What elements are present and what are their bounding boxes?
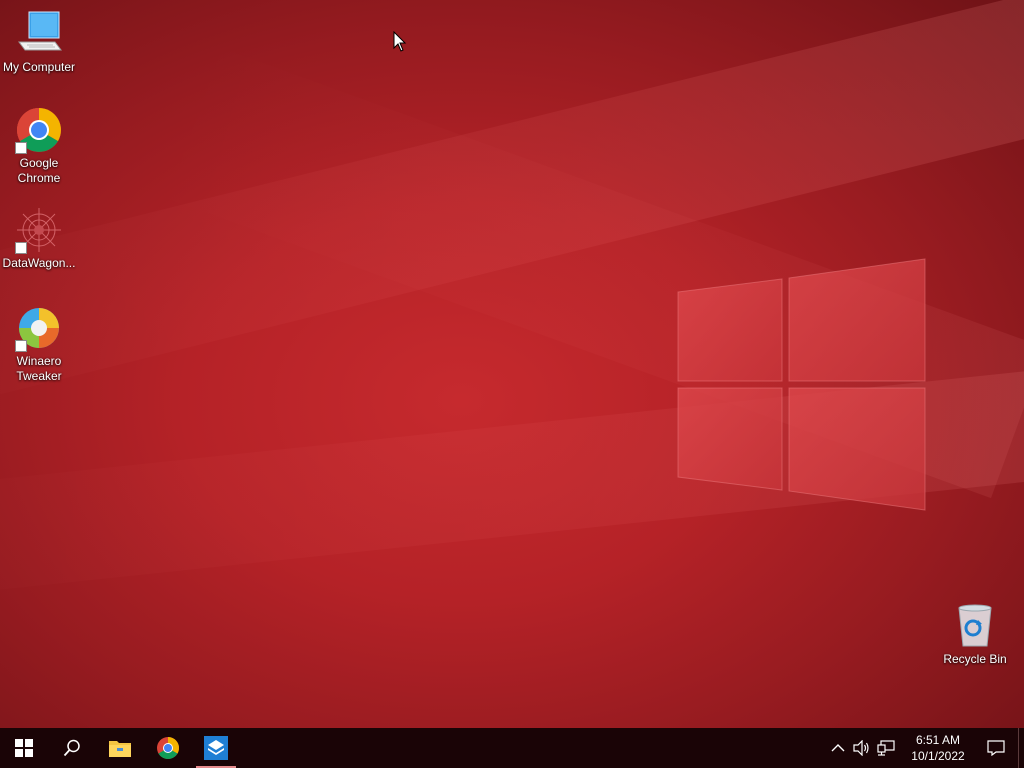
show-hidden-icons-button[interactable] xyxy=(826,728,850,768)
taskbar-clock[interactable]: 6:51 AM 10/1/2022 xyxy=(902,732,974,764)
mouse-cursor-icon xyxy=(393,31,407,52)
wallpaper-beam xyxy=(0,364,1024,610)
winaero-tweaker-icon xyxy=(204,736,228,760)
clock-date: 10/1/2022 xyxy=(911,749,965,763)
desktop-icon-winaero-tweaker[interactable]: Winaero Tweaker xyxy=(0,304,78,384)
desktop-icon-google-chrome[interactable]: Google Chrome xyxy=(0,106,78,186)
chevron-up-icon xyxy=(831,744,845,752)
wallpaper-beam xyxy=(0,0,1024,436)
taskbar-chrome[interactable] xyxy=(144,728,192,768)
desktop-icon-label: My Computer xyxy=(2,60,76,74)
network-icon xyxy=(877,740,895,756)
taskbar-file-explorer[interactable] xyxy=(96,728,144,768)
desktop-icon-label: Google Chrome xyxy=(17,156,61,185)
taskbar-winaero-tweaker[interactable] xyxy=(192,728,240,768)
wallpaper-beam xyxy=(145,40,1024,499)
system-tray: 6:51 AM 10/1/2022 xyxy=(826,728,1024,768)
chrome-icon xyxy=(157,737,179,759)
taskbar: 6:51 AM 10/1/2022 xyxy=(0,728,1024,768)
file-explorer-icon xyxy=(109,741,131,757)
desktop-icon-recycle-bin[interactable]: Recycle Bin xyxy=(936,602,1014,667)
computer-icon xyxy=(18,11,62,51)
shortcut-arrow-icon xyxy=(15,340,27,352)
recycle-bin-icon xyxy=(958,604,992,647)
volume-button[interactable] xyxy=(850,728,874,768)
desktop-icon-label: Winaero Tweaker xyxy=(16,354,62,383)
start-windows-icon xyxy=(15,739,33,757)
network-button[interactable] xyxy=(874,728,898,768)
windows-logo-wallpaper xyxy=(677,258,926,511)
desktop[interactable]: My Computer Google Chrome DataWagon... W… xyxy=(0,0,1024,728)
speaker-icon xyxy=(853,740,869,756)
search-icon xyxy=(63,739,80,757)
shortcut-arrow-icon xyxy=(15,242,27,254)
desktop-icon-label: Recycle Bin xyxy=(943,652,1007,666)
desktop-icon-my-computer[interactable]: My Computer xyxy=(0,10,78,75)
desktop-icon-datawagon[interactable]: DataWagon... xyxy=(0,206,78,271)
notification-icon xyxy=(987,740,1005,756)
show-desktop-button[interactable] xyxy=(1018,728,1024,768)
desktop-icon-label: DataWagon... xyxy=(2,256,76,270)
search-button[interactable] xyxy=(48,728,96,768)
action-center-button[interactable] xyxy=(974,728,1018,768)
clock-time: 6:51 AM xyxy=(915,733,961,747)
shortcut-arrow-icon xyxy=(15,142,27,154)
start-button[interactable] xyxy=(0,728,48,768)
